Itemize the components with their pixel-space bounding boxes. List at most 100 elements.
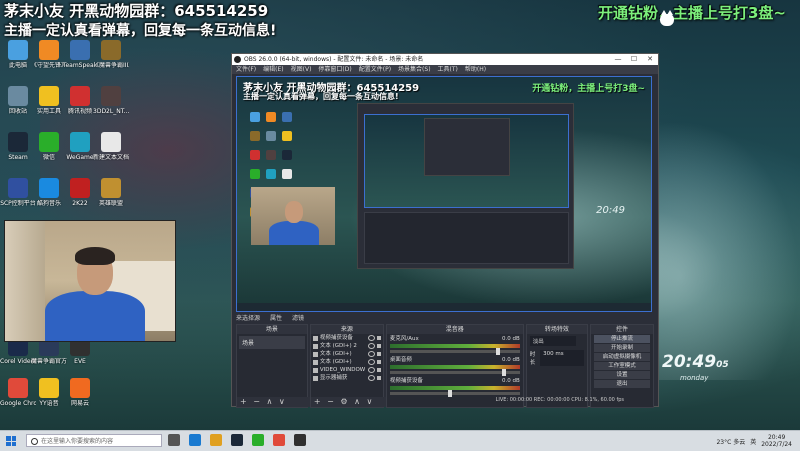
- preview-app-icon: [266, 112, 276, 122]
- stream-overlay-text: 茅末小友 开黑动物园群：645514259 主播一定认真看弹幕，回复每一条互动信…: [4, 2, 276, 40]
- menu-help[interactable]: 帮助(H): [465, 65, 486, 74]
- edge-icon[interactable]: [189, 434, 201, 446]
- source-item[interactable]: VIDEO_WINDOW 1: [311, 366, 383, 374]
- weather-text[interactable]: 23°C 多云: [716, 437, 745, 446]
- lock-icon[interactable]: [376, 376, 381, 380]
- app-icon: [8, 86, 28, 106]
- visibility-icon[interactable]: [367, 367, 375, 373]
- desktop-icon[interactable]: 新建文本文档: [93, 132, 129, 161]
- obs-taskbar-icon[interactable]: [294, 434, 306, 446]
- volume-knob[interactable]: [501, 369, 506, 376]
- properties-button[interactable]: 属性: [270, 313, 282, 322]
- taskbar-search-input[interactable]: 在这里输入你要搜索的内容: [26, 434, 162, 447]
- menu-file[interactable]: 文件(F): [236, 65, 256, 74]
- preview-app-icon: [266, 150, 276, 160]
- cat-icon: [660, 10, 674, 26]
- volume-knob[interactable]: [496, 348, 501, 355]
- start-recording-button[interactable]: 开始录制: [593, 344, 651, 352]
- wechat-icon[interactable]: [252, 434, 264, 446]
- source-type-icon: [312, 375, 318, 381]
- menu-tools[interactable]: 工具(T): [438, 65, 458, 74]
- desktop-icon[interactable]: 3DD2L_NT...: [93, 86, 129, 115]
- volume-slider[interactable]: [389, 390, 520, 397]
- source-item[interactable]: 显示器捕获: [311, 374, 383, 382]
- volume-slider[interactable]: [389, 369, 520, 376]
- preview-overlay-line-2: 主播一定认真看弹幕，回复每一条互动信息!: [243, 92, 399, 101]
- menu-view[interactable]: 视图(V): [291, 65, 312, 74]
- preview-app-icon: [282, 169, 292, 179]
- lock-icon[interactable]: [376, 360, 381, 364]
- mixer-channel-header: 视频捕获设备 0.0 dB: [390, 378, 520, 385]
- desktop-icon[interactable]: 网易云: [62, 378, 98, 407]
- scenes-title: 场景: [237, 325, 307, 334]
- desktop-icon[interactable]: 《魔兽争霸III》: [93, 40, 129, 69]
- volume-knob[interactable]: [448, 390, 453, 397]
- taskbar-apps: [168, 434, 306, 446]
- visibility-icon[interactable]: [367, 335, 375, 341]
- minimize-button[interactable]: —: [610, 54, 626, 65]
- app-icon: [8, 132, 28, 152]
- scene-item[interactable]: 场景: [239, 336, 305, 349]
- studio-mode-button[interactable]: 工作室模式: [593, 362, 651, 370]
- filters-button[interactable]: 滤镜: [292, 313, 304, 322]
- menu-profile[interactable]: 配置文件(P): [359, 65, 391, 74]
- obs-window[interactable]: OBS 26.0.0 (64-bit, windows) - 配置文件: 未命名…: [231, 53, 659, 408]
- app-icon: [101, 86, 121, 106]
- source-type-icon: [312, 359, 318, 365]
- webcam-curtain: [5, 221, 45, 341]
- desktop: 茅末小友 开黑动物园群：645514259 主播一定认真看弹幕，回复每一条互动信…: [0, 0, 800, 430]
- windows-start-button[interactable]: [6, 436, 16, 446]
- settings-button[interactable]: 设置: [593, 371, 651, 379]
- app-icon: [39, 132, 59, 152]
- no-source-label: 来选择源: [236, 315, 261, 322]
- source-label: 文本 (GDI+): [319, 351, 352, 357]
- source-item[interactable]: 视频捕获设备: [311, 334, 383, 342]
- lock-icon[interactable]: [376, 352, 381, 356]
- preview-webcam: [251, 187, 335, 245]
- desktop-icon[interactable]: 英雄联盟: [93, 178, 129, 207]
- visibility-icon[interactable]: [367, 343, 375, 349]
- maximize-button[interactable]: ☐: [626, 54, 642, 65]
- virtual-camera-button[interactable]: 启动虚拟摄像机: [593, 353, 651, 361]
- clock-date: 2022/7/24: [761, 441, 792, 448]
- preview-app-icon: [250, 150, 260, 160]
- close-button[interactable]: ✕: [642, 54, 658, 65]
- visibility-icon[interactable]: [367, 351, 375, 357]
- steam-icon[interactable]: [231, 434, 243, 446]
- menu-edit[interactable]: 编辑(E): [263, 65, 283, 74]
- app-icon: [39, 86, 59, 106]
- system-tray: 23°C 多云 英 20:49 2022/7/24: [716, 431, 792, 451]
- audio-meter: [389, 365, 520, 369]
- obs-menubar: 文件(F) 编辑(E) 视图(V) 停靠窗口(D) 配置文件(P) 场景集合(S…: [232, 65, 658, 74]
- lock-icon[interactable]: [376, 344, 381, 348]
- streamer-hair: [75, 247, 115, 265]
- language-indicator[interactable]: 英: [750, 437, 756, 446]
- preview-nested-obs: [357, 103, 574, 269]
- source-item[interactable]: 文本 (GDI+): [311, 350, 383, 358]
- scenes-dock: 场景 场景 + − ∧ ∨: [236, 324, 310, 408]
- source-toolbar: 来选择源 属性 滤镜: [236, 313, 304, 322]
- obs-titlebar[interactable]: OBS 26.0.0 (64-bit, windows) - 配置文件: 未命名…: [232, 54, 658, 65]
- lock-icon[interactable]: [376, 336, 381, 340]
- menu-docks[interactable]: 停靠窗口(D): [318, 65, 351, 74]
- nested-docks: [364, 212, 569, 264]
- visibility-icon[interactable]: [367, 359, 375, 365]
- obs-preview[interactable]: 茅末小友 开黑动物园群：645514259 主播一定认真看弹幕，回复每一条互动信…: [236, 76, 652, 312]
- task-view-icon[interactable]: [168, 434, 180, 446]
- taskbar-clock[interactable]: 20:49 2022/7/24: [761, 434, 792, 448]
- app-icon: [8, 178, 28, 198]
- source-item[interactable]: 文本 (GDI+) 2: [311, 342, 383, 350]
- volume-slider[interactable]: [389, 348, 520, 355]
- window-controls: — ☐ ✕: [610, 54, 658, 65]
- lock-icon[interactable]: [376, 368, 381, 372]
- chrome-icon[interactable]: [273, 434, 285, 446]
- visibility-icon[interactable]: [367, 375, 375, 381]
- exit-button[interactable]: 退出: [593, 380, 651, 388]
- menu-scene-collection[interactable]: 场景集合(S): [398, 65, 431, 74]
- source-item[interactable]: 文本 (GDI+): [311, 358, 383, 366]
- transition-select[interactable]: 淡出: [529, 336, 576, 346]
- stop-streaming-button[interactable]: 停止推流: [593, 335, 651, 343]
- preview-streamer-head: [285, 201, 303, 223]
- duration-input[interactable]: 300 ms: [540, 350, 584, 366]
- file-explorer-icon[interactable]: [210, 434, 222, 446]
